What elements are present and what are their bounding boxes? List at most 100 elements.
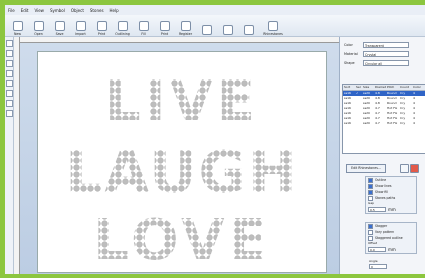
- toolbar-outlining-button[interactable]: Outlining: [113, 16, 132, 36]
- table-cell: 4.7: [375, 121, 380, 125]
- table-row[interactable]: ss16 ss20 4.7 Hot Fix Cry 4: [343, 121, 425, 126]
- checkbox-label: Outline: [375, 178, 387, 182]
- toolbar-zoom-button[interactable]: [239, 16, 258, 36]
- table-header-cell[interactable]: Size: [362, 85, 374, 90]
- checkbox-label: Stagger: [375, 224, 388, 228]
- checkbox-box[interactable]: [368, 189, 373, 195]
- node-tool-icon[interactable]: [6, 50, 13, 57]
- toolbar-rhinestones-button[interactable]: Rhinestones: [260, 16, 286, 36]
- color-select[interactable]: Transparent: [363, 41, 409, 48]
- zoom-icon: [243, 25, 254, 35]
- table-header-cell[interactable]: Color: [412, 85, 425, 90]
- toolbar-save-button[interactable]: Save: [50, 16, 69, 36]
- menu-bar: File Edit View Symbol Object Stones Help: [5, 5, 425, 15]
- checkbox-box[interactable]: [368, 195, 373, 201]
- stones-table[interactable]: Sort Sel Size Diameter Pitch Count Color…: [342, 84, 425, 154]
- menu-view[interactable]: View: [34, 8, 44, 13]
- field-label: Material: [344, 51, 358, 56]
- canvas-area[interactable]: LIVE LAUGH LOVE: [14, 37, 339, 274]
- save-icon: [54, 21, 65, 31]
- gap-input[interactable]: 0.5: [368, 207, 386, 212]
- toolbar-forward-button[interactable]: [218, 16, 237, 36]
- offset-unit: mm: [388, 247, 396, 252]
- properties-panel: Color Transparent Material Crystal Shape…: [339, 37, 425, 274]
- checkbox-box[interactable]: [368, 235, 373, 241]
- table-header-cell[interactable]: Sel: [355, 85, 362, 90]
- toolbar-register-button[interactable]: Register: [176, 16, 195, 36]
- checkbox-box[interactable]: [368, 229, 373, 235]
- toolbar-back-button[interactable]: [197, 16, 216, 36]
- toolbar-label: Open: [34, 32, 43, 36]
- register-icon: [180, 21, 191, 31]
- toolbar-label: Print: [97, 32, 106, 36]
- offset-input[interactable]: 0.0: [368, 247, 386, 252]
- text-tool-icon[interactable]: [6, 60, 13, 67]
- toolbar-open-button[interactable]: Open: [29, 16, 48, 36]
- select-tool-icon[interactable]: [6, 40, 13, 47]
- print-icon: [96, 21, 107, 31]
- toolbar-label: Save: [55, 32, 64, 36]
- stone-tool-icon[interactable]: [6, 110, 13, 117]
- toolbar-print-button[interactable]: Print: [92, 16, 111, 36]
- design-page[interactable]: LIVE LAUGH LOVE: [37, 51, 327, 273]
- print-icon: [159, 21, 170, 31]
- table-cell: ss16: [344, 121, 351, 125]
- design-line-love: LOVE: [93, 208, 270, 272]
- delete-stone-button[interactable]: [410, 164, 419, 173]
- toolbar-label: Fill: [141, 32, 146, 36]
- table-cell: Cry: [400, 121, 406, 125]
- shape-select[interactable]: Circular all: [363, 59, 409, 66]
- toolbar-label: Print: [160, 32, 169, 36]
- zoom-tool-icon[interactable]: [6, 90, 13, 97]
- menu-edit[interactable]: Edit: [21, 8, 29, 13]
- pan-tool-icon[interactable]: [6, 100, 13, 107]
- toolbar-label: Outlining: [115, 32, 130, 36]
- table-cell: Hot Fix: [387, 121, 398, 125]
- menu-object[interactable]: Object: [71, 8, 84, 13]
- angle-group: Angle 0: [367, 259, 387, 269]
- table-header-cell[interactable]: Pitch: [386, 85, 399, 90]
- checkbox-label: Show fill: [375, 190, 388, 194]
- table-cell: ss20: [363, 121, 370, 125]
- line-tool-icon[interactable]: [6, 80, 13, 87]
- checkbox-box[interactable]: [368, 223, 373, 229]
- angle-input[interactable]: 0: [369, 264, 387, 269]
- toolbar-label: Register: [178, 32, 193, 36]
- new-document-icon: [12, 21, 23, 31]
- menu-help[interactable]: Help: [110, 8, 119, 13]
- table-header-cell[interactable]: Diameter: [374, 85, 386, 90]
- menu-file[interactable]: File: [8, 8, 15, 13]
- checkbox-label: Stones paths: [375, 196, 396, 200]
- table-header-cell[interactable]: Count: [399, 85, 412, 90]
- checkbox-label: Vary pattern: [375, 230, 395, 234]
- table-cell: [355, 121, 362, 126]
- outline-icon: [117, 21, 128, 31]
- toolbar-new-button[interactable]: New: [8, 16, 27, 36]
- shape-tool-icon[interactable]: [6, 70, 13, 77]
- rhinestone-icon: [268, 21, 278, 31]
- material-select[interactable]: Crystal: [363, 50, 409, 57]
- arrow-right-icon: [222, 25, 233, 35]
- toolbar-label: Import: [75, 32, 86, 36]
- arrow-left-icon: [201, 25, 212, 35]
- table-cell: 4: [413, 121, 415, 125]
- edit-rhinestones-button[interactable]: Edit Rhinestones...: [346, 164, 386, 173]
- checkbox-box[interactable]: [368, 183, 373, 189]
- table-header-cell[interactable]: Sort: [343, 85, 355, 90]
- toolbar-fill-button[interactable]: Fill: [134, 16, 153, 36]
- toolbar-print2-button[interactable]: Print: [155, 16, 174, 36]
- toolbar-label: Rhinestones: [263, 32, 283, 36]
- left-tool-strip: [5, 37, 14, 274]
- checkbox-label: Show lines: [375, 184, 392, 188]
- import-icon: [75, 21, 86, 31]
- color-field: Color Transparent: [344, 41, 409, 48]
- ruler-top: [14, 37, 339, 43]
- gap-unit: mm: [388, 207, 396, 212]
- rhinestone-design[interactable]: LIVE LAUGH LOVE: [38, 52, 326, 272]
- toolbar-import-button[interactable]: Import: [71, 16, 90, 36]
- add-stone-button[interactable]: [400, 164, 409, 173]
- checkbox-box[interactable]: [368, 177, 373, 183]
- menu-symbol[interactable]: Symbol: [50, 8, 65, 13]
- menu-stones[interactable]: Stones: [90, 8, 104, 13]
- checkbox-label: Staggered outline: [375, 236, 403, 240]
